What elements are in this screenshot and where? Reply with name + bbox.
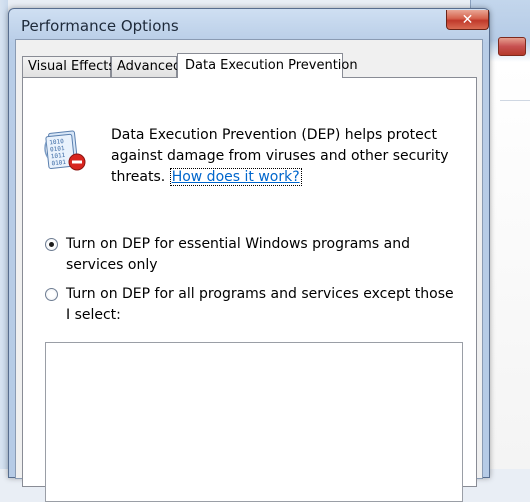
dep-binary-shield-icon: 1010 0101 1011 0101 bbox=[44, 130, 86, 171]
how-does-it-work-link[interactable]: How does it work? bbox=[169, 168, 302, 186]
background-window-left-edge bbox=[0, 0, 8, 469]
radio-all-programs-label: Turn on DEP for all programs and service… bbox=[66, 286, 454, 323]
radio-all-programs[interactable] bbox=[45, 288, 58, 301]
window-title: Performance Options bbox=[21, 17, 179, 35]
tab-label: Visual Effects bbox=[28, 59, 116, 74]
tab-visual-effects[interactable]: Visual Effects bbox=[22, 56, 115, 77]
dep-option-all-programs[interactable]: Turn on DEP for all programs and service… bbox=[45, 284, 465, 328]
tab-label: Advanced bbox=[117, 59, 182, 74]
radio-essential-label: Turn on DEP for essential Windows progra… bbox=[66, 236, 411, 273]
performance-options-dialog: Performance Options ✕ Visual Effects Adv… bbox=[8, 8, 490, 502]
dep-option-essential[interactable]: Turn on DEP for essential Windows progra… bbox=[45, 234, 465, 278]
close-icon: ✕ bbox=[461, 11, 474, 28]
background-window-close-button[interactable] bbox=[498, 37, 526, 56]
background-window-divider bbox=[500, 100, 530, 101]
close-button[interactable]: ✕ bbox=[446, 10, 489, 30]
tab-label: Data Execution Prevention bbox=[185, 58, 358, 73]
dep-tab-panel: 1010 0101 1011 0101 Data Execution Preve… bbox=[22, 77, 477, 502]
dep-description: Data Execution Prevention (DEP) helps pr… bbox=[111, 125, 451, 188]
dialog-client-area: Visual Effects Advanced Data Execution P… bbox=[15, 39, 483, 502]
tab-data-execution-prevention[interactable]: Data Execution Prevention bbox=[177, 53, 358, 78]
radio-essential-programs[interactable] bbox=[45, 238, 58, 251]
excluded-programs-list[interactable] bbox=[45, 342, 463, 502]
tab-advanced[interactable]: Advanced bbox=[111, 56, 181, 77]
